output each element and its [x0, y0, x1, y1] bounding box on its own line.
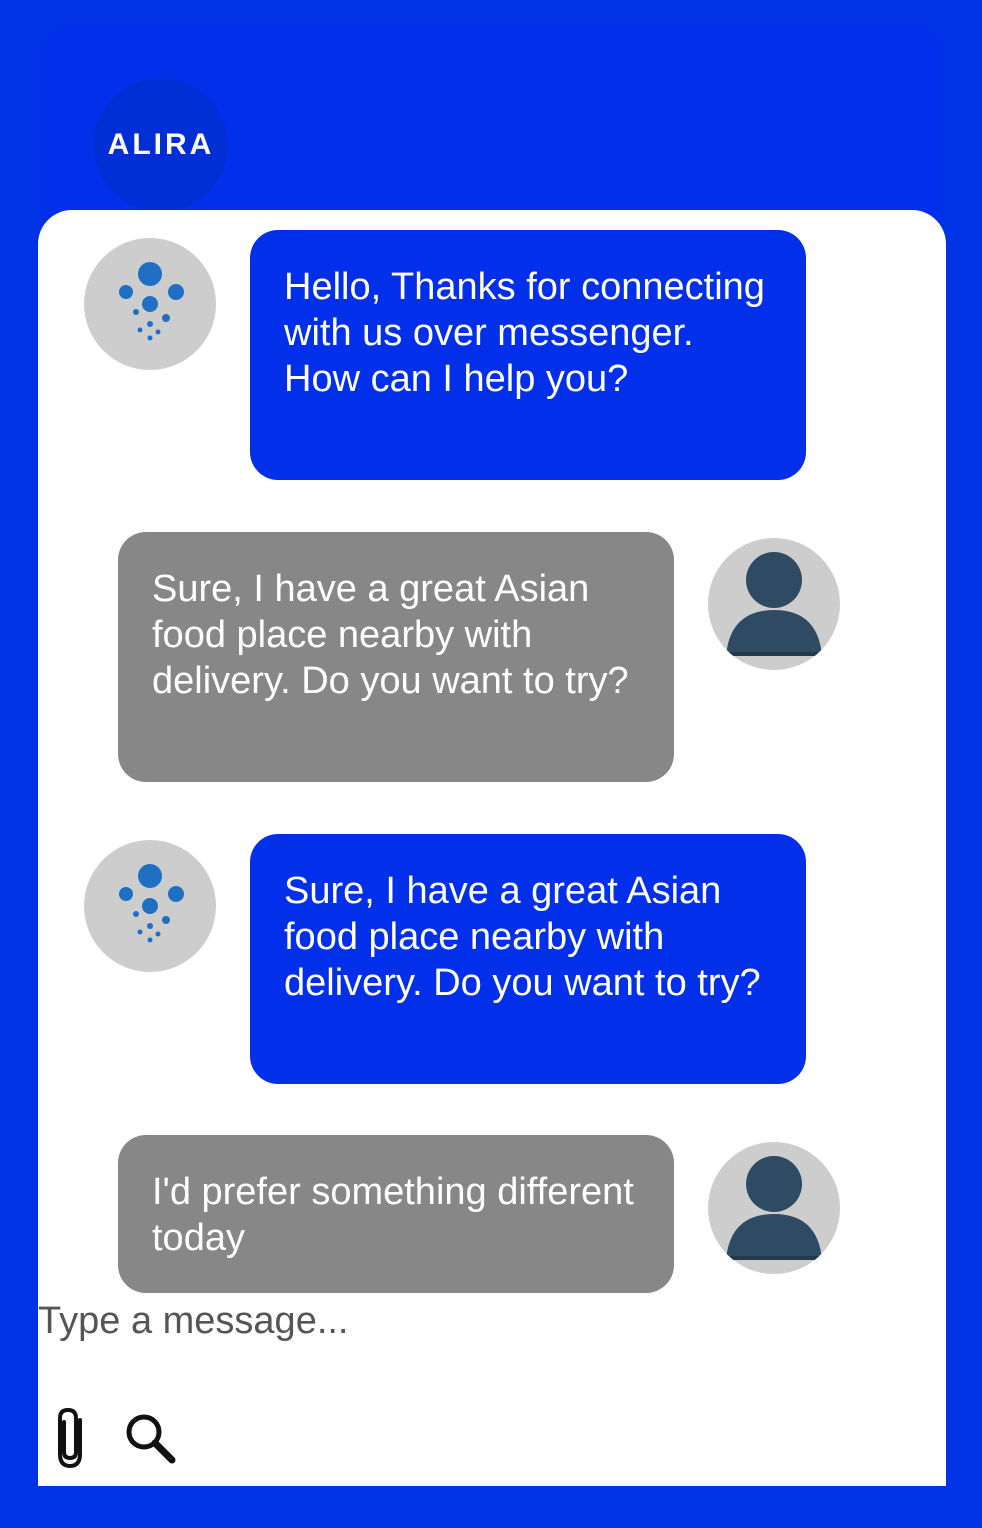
- user-avatar: [708, 1142, 840, 1274]
- bot-avatar: [84, 840, 216, 972]
- bot-dots-icon: [119, 262, 184, 341]
- user-avatar: [708, 538, 840, 670]
- message-input[interactable]: [38, 1296, 918, 1346]
- person-icon: [726, 1156, 822, 1260]
- bot-avatar: [84, 238, 216, 370]
- message-list[interactable]: Hello, Thanks for connecting with us ove…: [38, 210, 946, 1486]
- brand-logo: ALIRA: [94, 78, 228, 212]
- bot-message-bubble: Sure, I have a great Asian food place ne…: [250, 834, 806, 1084]
- bot-message-bubble: Hello, Thanks for connecting with us ove…: [250, 230, 806, 480]
- user-message-bubble: Sure, I have a great Asian food place ne…: [118, 532, 674, 782]
- bot-dots-icon: [119, 864, 184, 943]
- person-icon: [726, 552, 822, 656]
- user-message-bubble: I'd prefer something different today: [118, 1135, 674, 1293]
- brand-name: ALIRA: [107, 128, 215, 161]
- search-icon[interactable]: [122, 1410, 178, 1471]
- message-composer: [38, 1296, 946, 1486]
- paperclip-icon[interactable]: [52, 1406, 92, 1477]
